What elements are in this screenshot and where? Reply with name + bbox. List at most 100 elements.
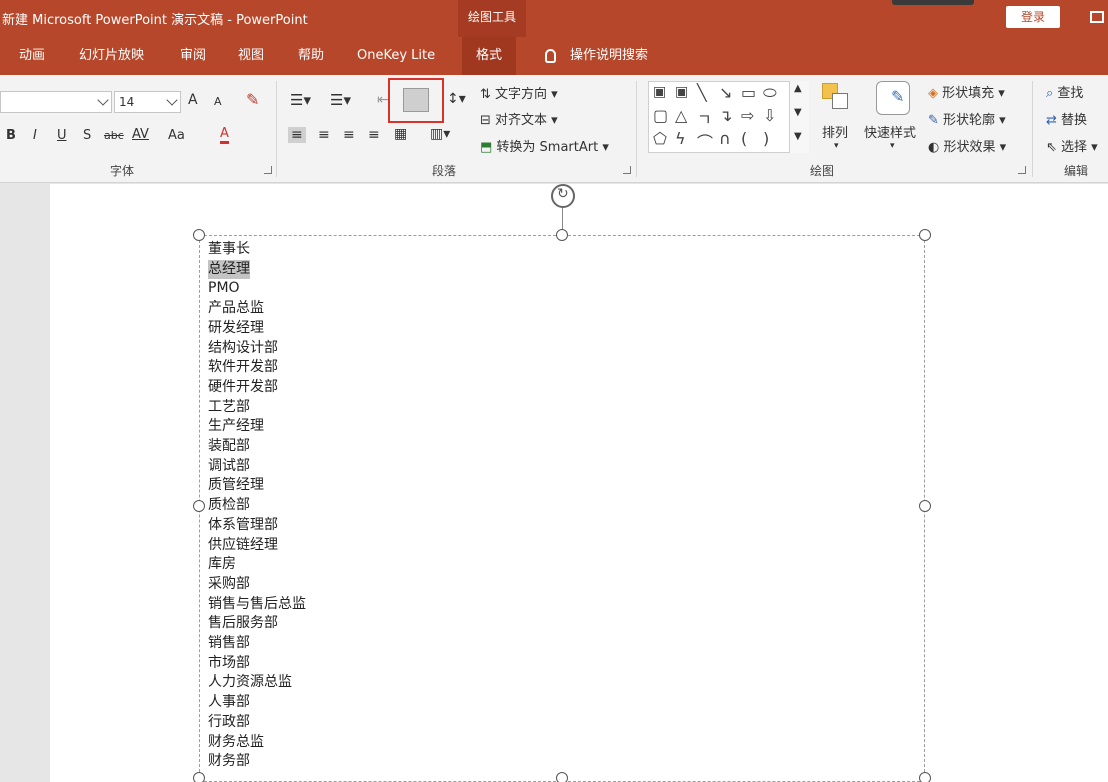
bullets-icon[interactable]: ☰▾ bbox=[290, 91, 311, 109]
tab-animations[interactable]: 动画 bbox=[19, 37, 45, 75]
slide-text-line[interactable]: 质管经理 bbox=[208, 476, 306, 496]
paragraph-dialog-launcher-icon[interactable] bbox=[623, 166, 631, 174]
arc-shape-icon[interactable]: ⌒ bbox=[697, 129, 713, 153]
tab-review[interactable]: 审阅 bbox=[180, 37, 206, 75]
tell-me-search[interactable]: 操作说明搜索 bbox=[545, 37, 648, 75]
login-button[interactable]: 登录 bbox=[1006, 6, 1060, 28]
drawing-dialog-launcher-icon[interactable] bbox=[1018, 166, 1026, 174]
restore-window-icon[interactable] bbox=[1090, 11, 1104, 23]
italic-button[interactable]: I bbox=[33, 128, 37, 143]
resize-handle-top[interactable] bbox=[556, 229, 568, 241]
grow-font-button[interactable]: A bbox=[188, 92, 198, 108]
slide-text-line[interactable]: 人力资源总监 bbox=[208, 673, 306, 693]
rotate-handle-icon[interactable]: ↻ bbox=[551, 184, 575, 208]
slide-text-line[interactable]: 结构设计部 bbox=[208, 339, 306, 359]
textbox-shape-icon[interactable]: ▣ bbox=[653, 84, 666, 100]
resize-handle-top-right[interactable] bbox=[919, 229, 931, 241]
slide-text-line[interactable]: 硬件开发部 bbox=[208, 378, 306, 398]
slide-text-line[interactable]: 调试部 bbox=[208, 457, 306, 477]
text-direction-button[interactable]: ⇅ 文字方向 ▾ bbox=[480, 83, 558, 102]
align-left-icon[interactable]: ≡ bbox=[288, 127, 306, 143]
rounded-rect-shape-icon[interactable]: ▢ bbox=[653, 106, 668, 125]
slide-text-line[interactable]: 总经理 bbox=[208, 259, 250, 280]
strikethrough-button[interactable]: abc bbox=[104, 129, 124, 142]
curve-shape-icon[interactable]: ∩ bbox=[719, 129, 731, 148]
slide-text-line[interactable]: 财务部 bbox=[208, 752, 306, 772]
gallery-scroll[interactable]: ▲ ▼ ▼ bbox=[789, 81, 809, 153]
slide-text-line[interactable]: 研发经理 bbox=[208, 319, 306, 339]
gallery-up-icon[interactable]: ▲ bbox=[794, 83, 802, 94]
distributed-icon[interactable]: ▦ bbox=[394, 126, 407, 142]
resize-handle-left[interactable] bbox=[193, 500, 205, 512]
rectangle-shape-icon[interactable]: ▭ bbox=[741, 83, 756, 102]
resize-handle-right[interactable] bbox=[919, 500, 931, 512]
underline-button[interactable]: U bbox=[57, 128, 67, 143]
tab-view[interactable]: 视图 bbox=[238, 37, 264, 75]
down-arrow-shape-icon[interactable]: ⇩ bbox=[763, 106, 776, 125]
change-case-button[interactable]: Aa bbox=[168, 128, 185, 143]
lightning-shape-icon[interactable]: ϟ bbox=[675, 129, 686, 148]
arrow-line-shape-icon[interactable]: ↘ bbox=[719, 83, 732, 102]
slide-text-line[interactable]: 销售与售后总监 bbox=[208, 595, 306, 615]
tab-slideshow[interactable]: 幻灯片放映 bbox=[79, 37, 144, 75]
elbow-connector-shape-icon[interactable]: ㄱ bbox=[697, 106, 712, 130]
font-dialog-launcher-icon[interactable] bbox=[264, 166, 272, 174]
increase-indent-button-highlighted[interactable] bbox=[388, 78, 444, 123]
font-name-dropdown[interactable] bbox=[0, 91, 112, 113]
triangle-shape-icon[interactable]: △ bbox=[675, 106, 687, 125]
decrease-indent-icon[interactable]: ⇤ bbox=[377, 92, 389, 108]
select-button[interactable]: ⇖ 选择 ▾ bbox=[1046, 136, 1098, 155]
left-bracket-shape-icon[interactable]: ( bbox=[741, 129, 747, 148]
elbow-arrow-shape-icon[interactable]: ↴ bbox=[719, 106, 732, 125]
slide-text-line[interactable]: 质检部 bbox=[208, 496, 306, 516]
quick-styles-button[interactable]: 快速样式 bbox=[864, 122, 916, 141]
vertical-textbox-shape-icon[interactable]: ▣ bbox=[675, 84, 688, 100]
arrange-button[interactable]: 排列 bbox=[822, 122, 848, 141]
convert-smartart-button[interactable]: ⬒ 转换为 SmartArt ▾ bbox=[480, 136, 609, 155]
align-text-button[interactable]: ⊟ 对齐文本 ▾ bbox=[480, 109, 558, 128]
font-color-button[interactable]: A bbox=[220, 126, 229, 144]
resize-handle-top-left[interactable] bbox=[193, 229, 205, 241]
slide-text-line[interactable]: 市场部 bbox=[208, 654, 306, 674]
slide-text-line[interactable]: 产品总监 bbox=[208, 299, 306, 319]
slide-text-line[interactable]: 工艺部 bbox=[208, 398, 306, 418]
shrink-font-button[interactable]: A bbox=[214, 95, 222, 108]
find-button[interactable]: ⌕ 查找 bbox=[1046, 82, 1083, 101]
tab-onekey-lite[interactable]: OneKey Lite bbox=[357, 37, 435, 75]
justify-icon[interactable]: ≡ bbox=[368, 127, 380, 143]
slide-text-line[interactable]: 行政部 bbox=[208, 713, 306, 733]
replace-button[interactable]: ⇄ 替换 bbox=[1046, 109, 1087, 128]
pentagon-shape-icon[interactable]: ⬠ bbox=[653, 129, 667, 148]
gallery-more-icon[interactable]: ▼ bbox=[794, 131, 802, 142]
resize-handle-bottom-right[interactable] bbox=[919, 772, 931, 782]
shape-effects-button[interactable]: ◐ 形状效果 ▾ bbox=[928, 136, 1006, 155]
selected-textbox[interactable] bbox=[199, 235, 925, 782]
character-spacing-button[interactable]: AV bbox=[132, 127, 149, 142]
slide-text-line[interactable]: 体系管理部 bbox=[208, 516, 306, 536]
gallery-down-icon[interactable]: ▼ bbox=[794, 107, 802, 118]
resize-handle-bottom-left[interactable] bbox=[193, 772, 205, 782]
oval-shape-icon[interactable]: ⬭ bbox=[763, 83, 777, 103]
slide-text-line[interactable]: 装配部 bbox=[208, 437, 306, 457]
slide-text-line[interactable]: 人事部 bbox=[208, 693, 306, 713]
slide-text-line[interactable]: 供应链经理 bbox=[208, 536, 306, 556]
slide-text-line[interactable]: 生产经理 bbox=[208, 417, 306, 437]
columns-icon[interactable]: ▥▾ bbox=[430, 126, 450, 142]
bold-button[interactable]: B bbox=[6, 128, 16, 143]
clear-formatting-icon[interactable]: ✎ bbox=[246, 90, 259, 109]
slide-text-line[interactable]: 销售部 bbox=[208, 634, 306, 654]
tab-format[interactable]: 格式 bbox=[462, 37, 517, 75]
slide-text-line[interactable]: 售后服务部 bbox=[208, 614, 306, 634]
align-right-icon[interactable]: ≡ bbox=[343, 127, 355, 143]
shape-outline-button[interactable]: ✎ 形状轮廓 ▾ bbox=[928, 109, 1006, 128]
font-size-dropdown[interactable]: 14 bbox=[114, 91, 181, 113]
line-shape-icon[interactable]: ╲ bbox=[697, 83, 707, 102]
shapes-gallery[interactable]: ▣ ▣ ╲ ↘ ▭ ⬭ ▢ △ ㄱ ↴ ⇨ ⇩ ⬠ ϟ ⌒ ∩ ( ) bbox=[648, 81, 808, 153]
slide-text-line[interactable]: 库房 bbox=[208, 555, 306, 575]
align-center-icon[interactable]: ≡ bbox=[318, 127, 330, 143]
right-arrow-shape-icon[interactable]: ⇨ bbox=[741, 106, 754, 125]
slide-text-line[interactable]: PMO bbox=[208, 279, 306, 299]
line-spacing-icon[interactable]: ↕▾ bbox=[447, 91, 466, 107]
slide-text-line[interactable]: 财务总监 bbox=[208, 733, 306, 753]
shape-fill-button[interactable]: ◈ 形状填充 ▾ bbox=[928, 82, 1005, 101]
